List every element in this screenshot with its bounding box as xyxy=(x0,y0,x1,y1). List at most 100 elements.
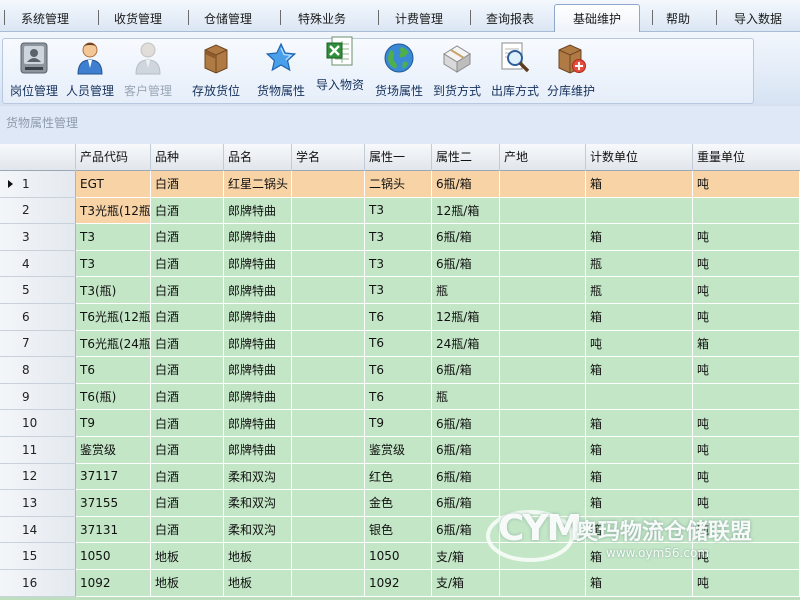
count-unit-cell[interactable]: 箱 xyxy=(586,357,693,384)
origin-cell[interactable] xyxy=(500,543,586,570)
count-unit-cell[interactable]: 箱 xyxy=(586,463,693,491)
column-header[interactable]: 品名 xyxy=(224,144,292,171)
arrival-method-button[interactable]: 到货方式 xyxy=(426,38,488,104)
product-code-cell[interactable]: 鉴赏级 xyxy=(76,437,151,464)
origin-cell[interactable] xyxy=(500,437,586,464)
attribute-one-cell[interactable]: 金色 xyxy=(365,490,432,517)
storage-location-button[interactable]: 存放货位 xyxy=(185,38,247,104)
weight-unit-cell[interactable]: 吨 xyxy=(693,250,800,278)
weight-unit-cell[interactable] xyxy=(693,197,800,225)
origin-cell[interactable] xyxy=(500,197,586,225)
scientific-name-cell[interactable] xyxy=(292,490,365,517)
count-unit-cell[interactable]: 箱 xyxy=(586,570,693,597)
product-name-cell[interactable]: 郎牌特曲 xyxy=(224,357,292,384)
table-row[interactable]: 11 鉴赏级 白酒 郎牌特曲 鉴赏级 6瓶/箱箱吨 xyxy=(0,437,800,464)
origin-cell[interactable] xyxy=(500,516,586,544)
staff-management-button[interactable]: 人员管理 xyxy=(59,38,121,104)
import-materials-button[interactable]: 导入物资 xyxy=(309,32,371,98)
weight-unit-cell[interactable]: 吨 xyxy=(693,516,800,544)
yard-attributes-button[interactable]: 货场属性 xyxy=(368,38,430,104)
table-row[interactable]: 10 T9 白酒 郎牌特曲 T9 6瓶/箱箱吨 xyxy=(0,410,800,437)
table-row[interactable]: 3 T3 白酒 郎牌特曲 T3 6瓶/箱箱吨 xyxy=(0,224,800,251)
row-number-cell[interactable]: 2 xyxy=(0,197,76,225)
goods-attributes-button[interactable]: 货物属性 xyxy=(250,38,312,104)
tab-query-reports[interactable]: 查询报表 xyxy=(470,6,550,30)
origin-cell[interactable] xyxy=(500,250,586,278)
product-name-cell[interactable]: 郎牌特曲 xyxy=(224,197,292,225)
column-header[interactable]: 重量单位 xyxy=(693,144,800,171)
scientific-name-cell[interactable] xyxy=(292,516,365,544)
origin-cell[interactable] xyxy=(500,330,586,358)
scientific-name-cell[interactable] xyxy=(292,171,365,198)
variety-cell[interactable]: 白酒 xyxy=(151,490,224,517)
weight-unit-cell[interactable]: 吨 xyxy=(693,570,800,597)
column-header[interactable]: 产地 xyxy=(500,144,586,171)
attribute-two-cell[interactable]: 6瓶/箱 xyxy=(432,357,500,384)
column-header[interactable]: 品种 xyxy=(151,144,224,171)
count-unit-cell[interactable] xyxy=(586,383,693,411)
origin-cell[interactable] xyxy=(500,410,586,437)
scientific-name-cell[interactable] xyxy=(292,330,365,358)
count-unit-cell[interactable]: 箱 xyxy=(586,543,693,570)
product-code-cell[interactable]: T3(瓶) xyxy=(76,277,151,304)
product-name-cell[interactable]: 郎牌特曲 xyxy=(224,277,292,304)
weight-unit-cell[interactable]: 吨 xyxy=(693,224,800,251)
weight-unit-cell[interactable]: 吨 xyxy=(693,357,800,384)
scientific-name-cell[interactable] xyxy=(292,277,365,304)
tab-special-business[interactable]: 特殊业务 xyxy=(280,6,364,30)
attribute-one-cell[interactable]: 1092 xyxy=(365,570,432,597)
branch-warehouse-maintenance-button[interactable]: 分库维护 xyxy=(540,38,602,104)
weight-unit-cell[interactable]: 吨 xyxy=(693,437,800,464)
product-code-cell[interactable]: 37131 xyxy=(76,516,151,544)
product-code-cell[interactable]: 37155 xyxy=(76,490,151,517)
product-name-cell[interactable]: 地板 xyxy=(224,543,292,570)
product-code-cell[interactable]: T6光瓶(12瓶) xyxy=(76,304,151,331)
scientific-name-cell[interactable] xyxy=(292,304,365,331)
variety-cell[interactable]: 地板 xyxy=(151,570,224,597)
attribute-two-cell[interactable]: 6瓶/箱 xyxy=(432,171,500,198)
attribute-two-cell[interactable]: 12瓶/箱 xyxy=(432,197,500,225)
product-name-cell[interactable]: 郎牌特曲 xyxy=(224,383,292,411)
variety-cell[interactable]: 白酒 xyxy=(151,357,224,384)
variety-cell[interactable]: 白酒 xyxy=(151,224,224,251)
row-number-cell[interactable]: 14 xyxy=(0,516,76,544)
product-name-cell[interactable]: 郎牌特曲 xyxy=(224,437,292,464)
row-number-cell[interactable]: 9 xyxy=(0,383,76,411)
attribute-two-cell[interactable]: 6瓶/箱 xyxy=(432,410,500,437)
column-header[interactable]: 计数单位 xyxy=(586,144,693,171)
scientific-name-cell[interactable] xyxy=(292,197,365,225)
table-row[interactable]: 4 T3 白酒 郎牌特曲 T3 6瓶/箱瓶吨 xyxy=(0,250,800,278)
row-number-cell[interactable]: 10 xyxy=(0,410,76,437)
attribute-two-cell[interactable]: 6瓶/箱 xyxy=(432,437,500,464)
product-code-cell[interactable]: 37117 xyxy=(76,463,151,491)
position-management-button[interactable]: 岗位管理 xyxy=(3,38,65,104)
scientific-name-cell[interactable] xyxy=(292,224,365,251)
row-number-cell[interactable]: 3 xyxy=(0,224,76,251)
origin-cell[interactable] xyxy=(500,383,586,411)
attribute-one-cell[interactable]: 鉴赏级 xyxy=(365,437,432,464)
attribute-one-cell[interactable]: T6 xyxy=(365,357,432,384)
column-header[interactable]: 属性一 xyxy=(365,144,432,171)
attribute-two-cell[interactable]: 6瓶/箱 xyxy=(432,490,500,517)
product-code-cell[interactable]: T6 xyxy=(76,357,151,384)
attribute-one-cell[interactable]: T3 xyxy=(365,277,432,304)
product-code-cell[interactable]: 1050 xyxy=(76,543,151,570)
row-number-cell[interactable]: 15 xyxy=(0,543,76,570)
variety-cell[interactable]: 白酒 xyxy=(151,330,224,358)
variety-cell[interactable]: 白酒 xyxy=(151,250,224,278)
attribute-two-cell[interactable]: 6瓶/箱 xyxy=(432,516,500,544)
attribute-one-cell[interactable]: T6 xyxy=(365,383,432,411)
origin-cell[interactable] xyxy=(500,490,586,517)
product-code-cell[interactable]: T3光瓶(12瓶) xyxy=(76,197,151,225)
scientific-name-cell[interactable] xyxy=(292,437,365,464)
origin-cell[interactable] xyxy=(500,463,586,491)
table-row[interactable]: 6 T6光瓶(12瓶) 白酒 郎牌特曲 T6 12瓶/箱 箱吨 xyxy=(0,304,800,331)
origin-cell[interactable] xyxy=(500,570,586,597)
attribute-two-cell[interactable]: 支/箱 xyxy=(432,570,500,597)
weight-unit-cell[interactable]: 吨 xyxy=(693,543,800,570)
variety-cell[interactable]: 白酒 xyxy=(151,437,224,464)
count-unit-cell[interactable]: 吨 xyxy=(586,330,693,358)
variety-cell[interactable]: 白酒 xyxy=(151,277,224,304)
table-row[interactable]: 8 T6 白酒 郎牌特曲 T6 6瓶/箱箱吨 xyxy=(0,357,800,384)
scientific-name-cell[interactable] xyxy=(292,357,365,384)
